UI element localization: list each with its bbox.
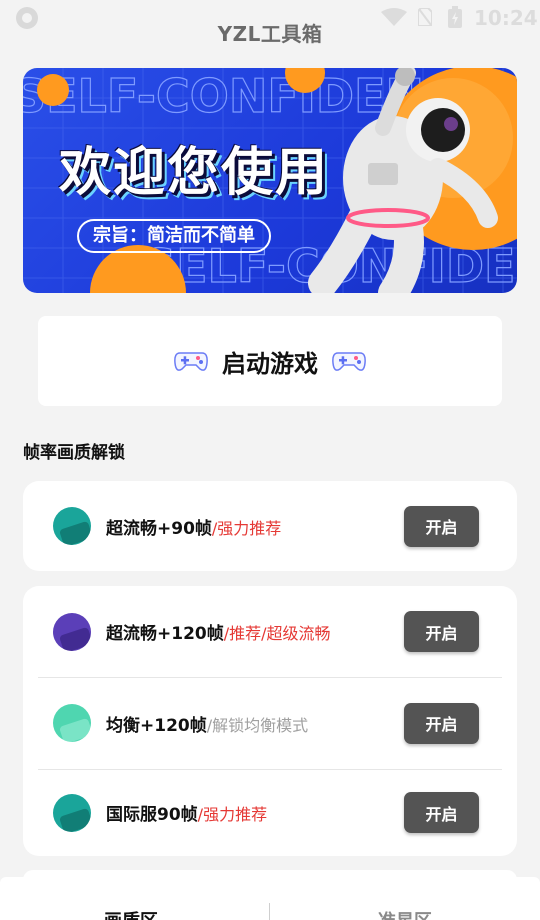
option-title: 国际服90帧 bbox=[106, 805, 198, 825]
bottom-tab-bar: 画质区 准星区 bbox=[0, 877, 540, 920]
option-title: 超流畅+90帧 bbox=[106, 518, 212, 539]
enable-button[interactable]: 开启 bbox=[404, 702, 479, 744]
list-item: 均衡+120帧/解锁均衡模式 开启 bbox=[23, 677, 517, 769]
tab-crosshair[interactable]: 准星区 bbox=[378, 907, 432, 920]
option-icon bbox=[53, 612, 91, 651]
enable-button[interactable]: 开启 bbox=[404, 611, 479, 652]
option-tag: /解锁均衡模式 bbox=[206, 715, 309, 735]
tab-quality[interactable]: 画质区 bbox=[104, 907, 158, 920]
launch-game-button[interactable]: 启动游戏 bbox=[38, 316, 502, 406]
option-title: 超流畅+120帧 bbox=[106, 624, 224, 644]
tab-divider bbox=[269, 903, 270, 920]
section-title: 帧率画质解锁 bbox=[23, 443, 125, 463]
gamepad-icon bbox=[174, 352, 208, 371]
enable-button[interactable]: 开启 bbox=[404, 792, 479, 833]
list-item: 国际服90帧/强力推荐 开启 bbox=[23, 769, 517, 856]
banner-slogan: 宗旨：简洁而不简单 bbox=[77, 219, 271, 253]
gamepad-icon bbox=[332, 352, 366, 371]
banner-headline: 欢迎您使用 bbox=[59, 143, 330, 203]
launch-game-label: 启动游戏 bbox=[222, 349, 318, 378]
list-item: 超流畅+120帧/推荐/超级流畅 开启 bbox=[23, 586, 517, 677]
app-title: YZL工具箱 bbox=[217, 22, 323, 46]
option-tag: /强力推荐 bbox=[211, 518, 282, 538]
option-icon bbox=[53, 507, 91, 545]
option-icon bbox=[53, 704, 91, 742]
option-icon bbox=[53, 793, 91, 832]
enable-button[interactable]: 开启 bbox=[404, 505, 479, 547]
option-tag: /推荐/超级流畅 bbox=[223, 624, 331, 643]
option-title: 均衡+120帧 bbox=[106, 715, 207, 736]
option-tag: /强力推荐 bbox=[197, 805, 268, 824]
welcome-banner[interactable]: SELF-CONFIDENCE SELF-CONFIDENCE 欢迎您使用 宗旨… bbox=[23, 68, 517, 293]
list-item: 超流畅+90帧/强力推荐 开启 bbox=[23, 481, 517, 571]
option-card: 超流畅+90帧/强力推荐 开启 bbox=[23, 481, 517, 571]
option-card: 超流畅+120帧/推荐/超级流畅 开启 均衡+120帧/解锁均衡模式 开启 国际… bbox=[23, 586, 517, 856]
